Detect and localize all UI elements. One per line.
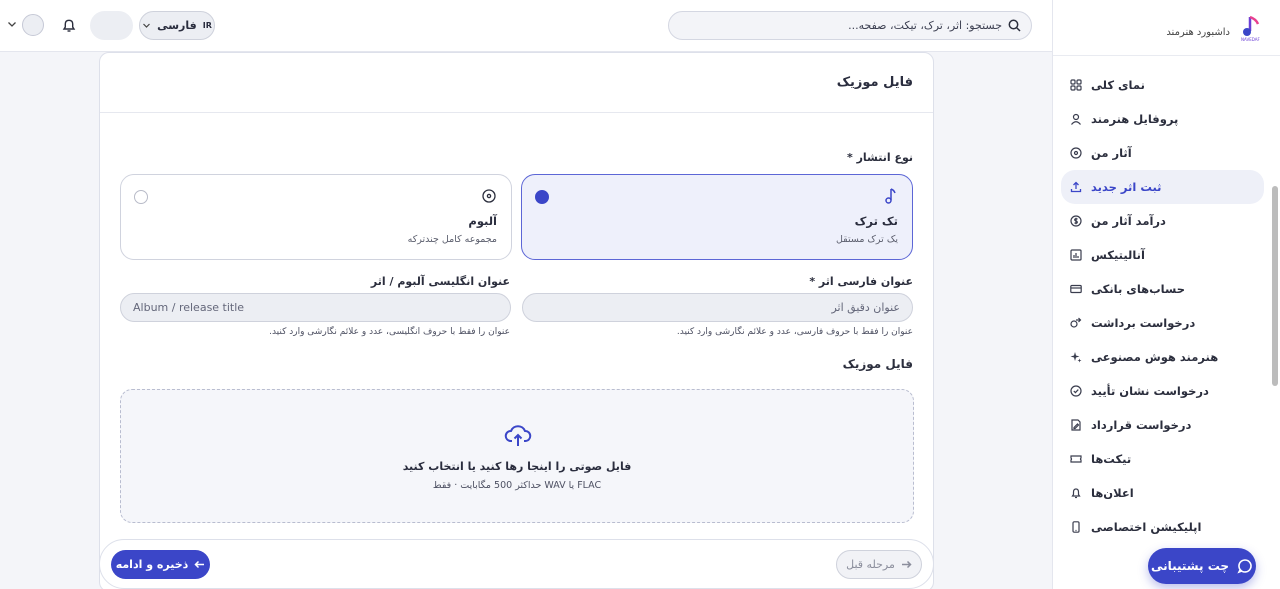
sidebar-item-verification[interactable]: درخواست نشان تأیید [1061, 374, 1264, 408]
ticket-icon [1069, 452, 1083, 466]
search-placeholder: جستجو: اثر، ترک، تیکت، صفحه... [848, 19, 1002, 32]
audio-dropzone[interactable]: فایل صوتی را اینجا رها کنید یا انتخاب کن… [120, 389, 914, 523]
option-title: آلبوم [468, 214, 497, 228]
fa-title-placeholder: عنوان دقیق اثر [831, 301, 900, 314]
dropzone-subtitle: حداکثر 500 مگابایت · فقط WAV یا FLAC [432, 480, 602, 491]
cloud-upload-icon [504, 425, 532, 446]
support-chat-button[interactable]: چت پشتیبانی [1148, 548, 1256, 584]
option-subtitle: مجموعه کامل چندترکه [407, 234, 497, 245]
sidebar-item-label: نمای کلی [1091, 78, 1145, 92]
sidebar-scrollbar[interactable] [1272, 186, 1278, 386]
sidebar-item-bank-accounts[interactable]: حساب‌های بانکی [1061, 272, 1264, 306]
chevron-down-icon [143, 23, 151, 28]
logo-icon: NAVEDAF [1241, 15, 1260, 42]
svg-text:NAVEDAF: NAVEDAF [1241, 37, 1260, 42]
music-file-card: فایل موزیک نوع انتشار * تک ترک یک ترک مس… [99, 52, 934, 589]
sidebar-item-overview[interactable]: نمای کلی [1061, 68, 1264, 102]
card-icon [1069, 282, 1083, 296]
single-track-radio[interactable] [535, 190, 549, 204]
sidebar-item-my-works[interactable]: آثار من [1061, 136, 1264, 170]
save-continue-button[interactable]: ذخیره و ادامه [111, 550, 210, 579]
grid-icon [1069, 78, 1083, 92]
sidebar-item-ai-artist[interactable]: هنرمند هوش مصنوعی [1061, 340, 1264, 374]
brand[interactable]: داشبورد هنرمند NAVEDAF [1053, 0, 1280, 56]
sidebar-item-withdraw[interactable]: درخواست برداشت [1061, 306, 1264, 340]
sidebar-item-new-work[interactable]: ثبت اثر جدید [1061, 170, 1264, 204]
previous-step-button[interactable]: مرحله قبل [836, 550, 922, 579]
phone-icon [1069, 520, 1083, 534]
notifications-bell-icon[interactable] [60, 16, 78, 34]
save-button-label: ذخیره و ادامه [115, 558, 189, 571]
arrow-left-icon [194, 560, 205, 569]
en-title-hint: عنوان را فقط با حروف انگلیسی، عدد و علائ… [269, 327, 510, 337]
user-icon [1069, 112, 1083, 126]
sidebar-item-tickets[interactable]: تیکت‌ها [1061, 442, 1264, 476]
fa-title-hint: عنوان را فقط با حروف فارسی، عدد و علائم … [676, 327, 913, 337]
option-title: تک ترک [854, 214, 898, 228]
sidebar-item-label: اعلان‌ها [1091, 486, 1134, 500]
vinyl-icon [1069, 146, 1083, 160]
chart-icon [1069, 248, 1083, 262]
prev-button-label: مرحله قبل [846, 558, 895, 571]
arrow-right-icon [901, 560, 912, 569]
card-header: فایل موزیک [100, 53, 933, 113]
sidebar-nav: نمای کلی پروفایل هنرمند آثار من ثبت اثر … [1053, 56, 1280, 544]
album-radio[interactable] [134, 190, 148, 204]
sidebar-item-label: حساب‌های بانکی [1091, 282, 1185, 296]
search-input[interactable]: جستجو: اثر، ترک، تیکت، صفحه... [668, 11, 1032, 40]
music-note-icon [885, 188, 896, 204]
option-single-track[interactable]: تک ترک یک ترک مستقل [521, 174, 913, 260]
language-selector[interactable]: فارسی IR [139, 11, 215, 40]
sidebar-item-analytics[interactable]: آنالیتیکس [1061, 238, 1264, 272]
sidebar-item-label: پروفایل هنرمند [1091, 112, 1179, 126]
sidebar-item-contract[interactable]: درخواست قرارداد [1061, 408, 1264, 442]
file-section-label: فایل موزیک [842, 357, 913, 371]
language-label: فارسی [157, 19, 197, 32]
sidebar-item-label: اپلیکیشن اختصاصی [1091, 520, 1202, 534]
sidebar-item-profile[interactable]: پروفایل هنرمند [1061, 102, 1264, 136]
status-pill[interactable] [90, 11, 133, 40]
sidebar-item-label: تیکت‌ها [1091, 452, 1132, 466]
option-album[interactable]: آلبوم مجموعه کامل چندترکه [120, 174, 512, 260]
fa-title-label: عنوان فارسی اثر * [809, 275, 913, 288]
fa-title-input[interactable]: عنوان دقیق اثر [522, 293, 913, 322]
sidebar-item-notifications[interactable]: اعلان‌ها [1061, 476, 1264, 510]
sidebar-item-label: درخواست برداشت [1091, 316, 1196, 330]
withdraw-icon [1069, 316, 1083, 330]
sparkle-icon [1069, 350, 1083, 364]
en-title-label: عنوان انگلیسی آلبوم / اثر [370, 275, 510, 288]
brand-text: داشبورد هنرمند [1166, 27, 1230, 38]
sidebar-item-label: هنرمند هوش مصنوعی [1091, 350, 1219, 364]
sidebar-item-label: درخواست نشان تأیید [1091, 384, 1209, 398]
check-circle-icon [1069, 384, 1083, 398]
chat-button-label: چت پشتیبانی [1150, 559, 1230, 573]
sidebar-item-label: آثار من [1091, 146, 1132, 160]
sidebar-item-label: ثبت اثر جدید [1091, 180, 1162, 194]
sidebar-item-label: آنالیتیکس [1091, 248, 1145, 262]
user-avatar[interactable] [22, 14, 44, 36]
search-icon [1008, 19, 1021, 32]
album-disc-icon [482, 189, 496, 203]
en-title-input[interactable]: Album / release title [120, 293, 511, 322]
upload-icon [1069, 180, 1083, 194]
dollar-icon [1069, 214, 1083, 228]
topbar: جستجو: اثر، ترک، تیکت، صفحه... فارسی IR [0, 0, 1052, 52]
dropzone-title: فایل صوتی را اینجا رها کنید یا انتخاب کن… [402, 460, 632, 473]
chat-bubble-icon [1237, 559, 1252, 574]
release-type-label: نوع انتشار * [847, 151, 913, 164]
sidebar-item-label: درآمد آثار من [1091, 214, 1166, 228]
form-footer: ذخیره و ادامه مرحله قبل [99, 539, 934, 589]
sidebar-item-earnings[interactable]: درآمد آثار من [1061, 204, 1264, 238]
account-chevron-icon[interactable] [6, 18, 18, 30]
sidebar: داشبورد هنرمند NAVEDAF نمای کلی پروفایل … [1052, 0, 1280, 589]
bell-icon [1069, 486, 1083, 500]
page-title: فایل موزیک [836, 75, 913, 90]
contract-icon [1069, 418, 1083, 432]
en-title-placeholder: Album / release title [133, 301, 245, 314]
sidebar-item-app[interactable]: اپلیکیشن اختصاصی [1061, 510, 1264, 544]
language-code: IR [202, 21, 212, 30]
option-subtitle: یک ترک مستقل [835, 234, 898, 245]
sidebar-item-label: درخواست قرارداد [1091, 418, 1192, 432]
